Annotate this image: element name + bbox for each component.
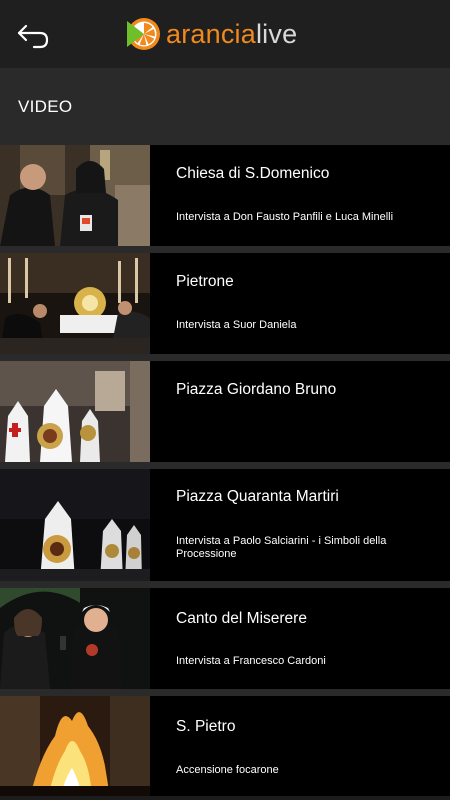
video-item[interactable]: Piazza Quaranta Martiri Intervista a Pao…: [0, 469, 450, 581]
app-screen: arancialive VIDEO Chiesa di S.Domenico I…: [0, 0, 450, 800]
video-list: Chiesa di S.Domenico Intervista a Don Fa…: [0, 145, 450, 796]
video-title: Piazza Giordano Bruno: [176, 381, 337, 398]
app-logo: arancialive: [124, 14, 297, 54]
video-thumbnail: [0, 696, 150, 796]
section-title: VIDEO: [18, 97, 73, 116]
video-subtitle: Intervista a Paolo Salciarini - i Simbol…: [176, 535, 387, 560]
video-title: Canto del Miserere: [176, 610, 307, 627]
video-title: Piazza Quaranta Martiri: [176, 488, 339, 505]
video-subtitle: Accensione focarone: [176, 764, 279, 776]
brand-wordmark: arancialive: [166, 19, 298, 49]
video-thumbnail: [0, 145, 150, 246]
video-item[interactable]: S. Pietro Accensione focarone: [0, 696, 450, 796]
video-title: Pietrone: [176, 273, 234, 290]
video-thumbnail: [0, 361, 150, 462]
video-thumbnail: [0, 588, 150, 689]
video-item[interactable]: Canto del Miserere Intervista a Francesc…: [0, 588, 450, 689]
video-item[interactable]: Piazza Giordano Bruno: [0, 361, 450, 462]
top-bar: arancialive: [0, 0, 450, 68]
video-thumbnail: [0, 469, 150, 581]
video-thumbnail: [0, 253, 150, 354]
video-subtitle: Intervista a Don Fausto Panfili e Luca M…: [176, 211, 394, 223]
video-title: S. Pietro: [176, 718, 236, 735]
orange-slice-play-icon: [127, 18, 160, 50]
video-subtitle: Intervista a Suor Daniela: [176, 319, 297, 331]
video-title: Chiesa di S.Domenico: [176, 165, 330, 182]
section-header: VIDEO: [0, 68, 450, 145]
video-item[interactable]: Pietrone Intervista a Suor Daniela: [0, 253, 450, 354]
video-subtitle: Intervista a Francesco Cardoni: [176, 655, 326, 667]
back-arrow-icon[interactable]: [14, 20, 54, 50]
video-item[interactable]: Chiesa di S.Domenico Intervista a Don Fa…: [0, 145, 450, 246]
